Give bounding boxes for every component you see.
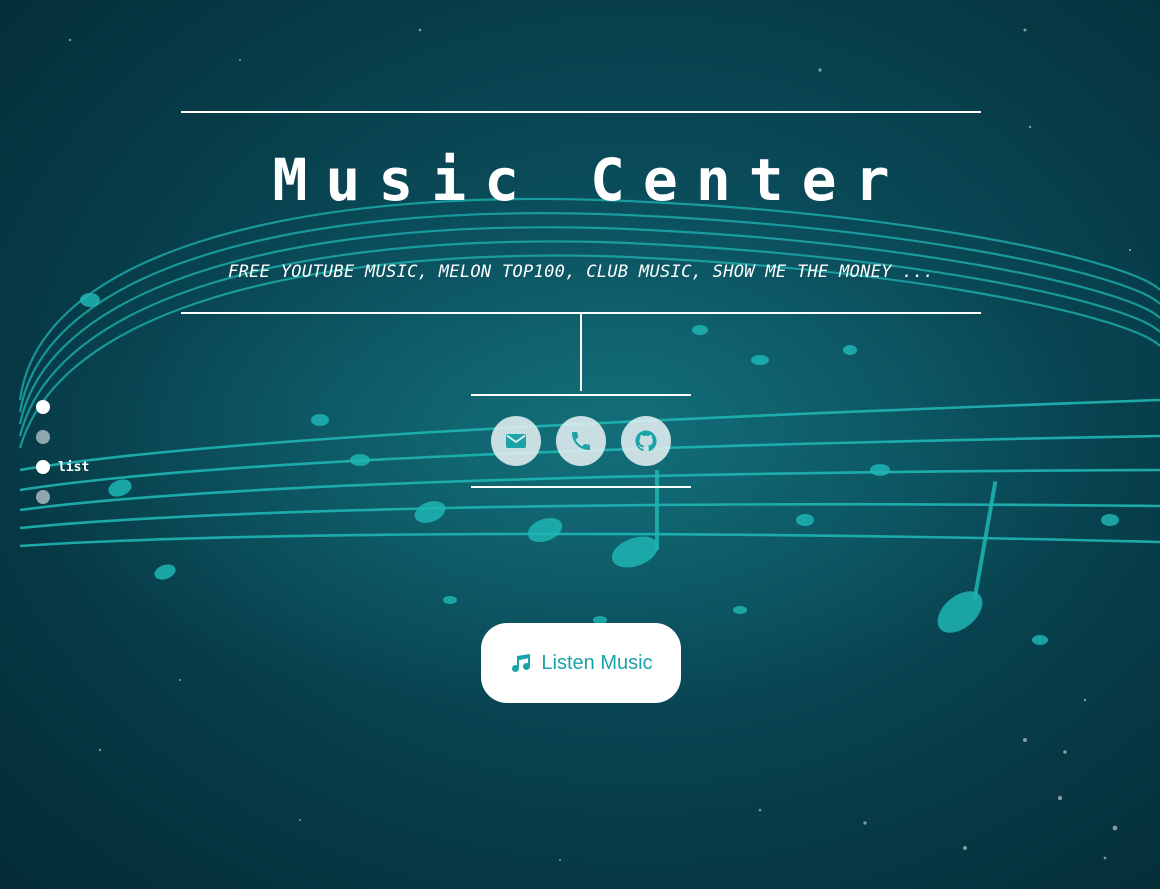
nav-label-list: list: [58, 459, 90, 475]
nav-dot-indicator: [36, 490, 50, 504]
top-divider: [181, 111, 981, 113]
side-dot-navigation: list: [36, 392, 156, 512]
contact-icons: [491, 416, 671, 466]
music-note-icon: [509, 651, 533, 675]
nav-dot-1[interactable]: [36, 392, 156, 422]
vertical-connector: [580, 313, 582, 391]
icons-bottom-divider: [471, 486, 691, 488]
nav-dot-4[interactable]: [36, 482, 156, 512]
nav-dot-list[interactable]: list: [36, 452, 156, 482]
nav-dot-indicator: [36, 400, 50, 414]
phone-icon: [572, 432, 590, 450]
listen-music-label: Listen Music: [541, 651, 653, 674]
nav-dot-indicator: [36, 430, 50, 444]
nav-dot-indicator: [36, 460, 50, 474]
listen-music-button[interactable]: Listen Music: [481, 623, 681, 703]
email-link[interactable]: [491, 416, 541, 466]
envelope-icon: [506, 434, 526, 448]
github-icon: [635, 430, 657, 452]
icons-top-divider: [471, 394, 691, 396]
nav-dot-2[interactable]: [36, 422, 156, 452]
phone-link[interactable]: [556, 416, 606, 466]
hero-section: Music Center FREE YOUTUBE MUSIC, MELON T…: [0, 0, 1160, 889]
page-subtitle: FREE YOUTUBE MUSIC, MELON TOP100, CLUB M…: [228, 262, 934, 282]
page-title: Music Center: [272, 146, 908, 214]
github-link[interactable]: [621, 416, 671, 466]
